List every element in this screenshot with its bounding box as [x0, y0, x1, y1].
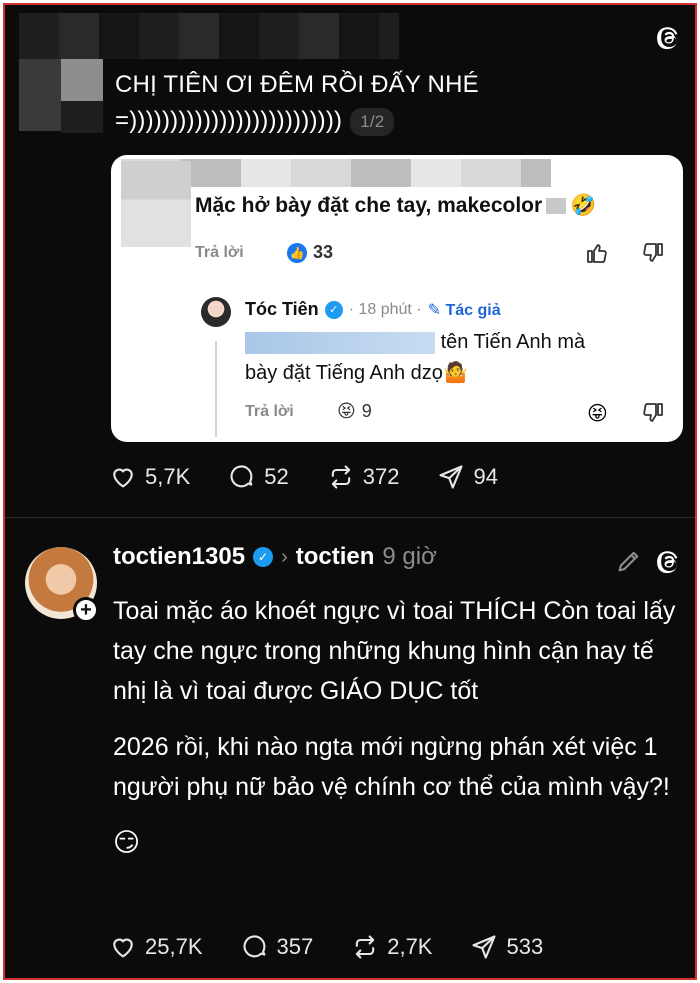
verified-badge-icon: ✓ — [324, 300, 343, 319]
reaction-emoji: 😝 — [337, 401, 356, 422]
repost-button[interactable]: 372 — [327, 463, 400, 491]
author-badge: ✎ Tác giả — [427, 301, 501, 319]
heart-icon — [113, 468, 133, 488]
post-text: CHỊ TIÊN ƠI ĐÊM RỒI ĐẤY NHÉ =)))))))))))… — [115, 67, 635, 139]
comment-count: 52 — [264, 464, 289, 489]
reply-text-part: tên Tiến Anh mà — [440, 331, 586, 353]
reply-text-part: bày đặt Tiếng Anh dzọ — [245, 362, 443, 384]
comment-likes[interactable]: 👍 33 — [287, 242, 333, 263]
post-actions: 5,7K 52 372 94 — [109, 463, 536, 491]
like-count: 5,7K — [145, 464, 191, 489]
react-emoji-button[interactable]: 😝 — [587, 401, 608, 425]
reply-text-line-1: tên Tiến Anh mà — [245, 327, 665, 357]
share-icon — [472, 935, 497, 959]
post-time: 9 giờ — [382, 543, 437, 570]
post-actions: 25,7K 357 2,7K 533 — [109, 933, 581, 961]
comment-emoji: 🤣 — [570, 193, 597, 217]
share-count: 94 — [473, 464, 498, 489]
reply-link[interactable]: Trả lời — [195, 244, 244, 262]
post-paragraph-2: 2026 rồi, khi nào ngta mới ngừng phán xé… — [113, 733, 670, 801]
comment-button[interactable]: 52 — [228, 463, 289, 491]
post-emoji: 😏 — [113, 828, 141, 858]
post-paragraph-1: Toai mặc áo khoét ngực vì toai THÍCH Còn… — [113, 597, 676, 705]
threads-logo-icon[interactable] — [655, 23, 683, 51]
embedded-screenshot-card[interactable]: Mặc hở bày đặt che tay, makecolor 🤣 Trả l… — [111, 155, 683, 442]
post-header: toctien1305 ✓ › toctien 9 giờ — [113, 543, 437, 571]
blurred-commenter-avatar — [121, 161, 191, 247]
share-button[interactable]: 94 — [437, 463, 498, 491]
reply-link[interactable]: Trả lời — [245, 403, 294, 421]
plus-icon[interactable]: + — [73, 597, 99, 623]
repost-icon — [356, 935, 375, 959]
threads-logo-icon[interactable] — [655, 547, 683, 575]
reply-header: Tóc Tiên ✓ · 18 phút · ✎ Tác giả — [245, 299, 501, 320]
post-text-line-2: =)))))))))))))))))))))))))) 1/2 — [115, 103, 635, 139]
comment-text: Mặc hở bày đặt che tay, makecolor 🤣 — [195, 193, 596, 218]
reply-text-line-2: bày đặt Tiếng Anh dzọ🤷 — [245, 357, 665, 388]
heart-icon — [113, 938, 133, 958]
comment-count: 357 — [276, 934, 314, 959]
post-text-laugh: =)))))))))))))))))))))))))) — [115, 107, 343, 134]
repost-count: 372 — [362, 464, 400, 489]
comment-icon — [242, 935, 265, 958]
comment-body: Mặc hở bày đặt che tay, makecolor — [195, 194, 543, 217]
thumbs-up-icon: 👍 — [287, 242, 307, 263]
reply-text: tên Tiến Anh mà bày đặt Tiếng Anh dzọ🤷 — [245, 327, 665, 388]
share-icon — [439, 465, 464, 489]
thumbs-down-icon[interactable] — [641, 401, 665, 425]
thumbs-down-icon[interactable] — [641, 241, 665, 265]
blurred-mention — [245, 331, 435, 354]
repost-button[interactable]: 2,7K — [351, 933, 432, 961]
thumbs-up-icon[interactable] — [585, 241, 609, 265]
reply-author[interactable]: Tóc Tiên — [245, 299, 319, 320]
blurred-avatar-part — [61, 101, 103, 133]
share-count: 533 — [506, 934, 544, 959]
reply-reactions[interactable]: 😝 9 — [337, 401, 372, 422]
repost-icon — [331, 465, 350, 489]
repost-count: 2,7K — [387, 934, 433, 959]
reply-emoji: 🤷 — [442, 360, 468, 384]
blurred-mention — [546, 198, 567, 215]
chevron-right-icon: › — [281, 545, 288, 568]
comment-like-count: 33 — [313, 242, 334, 262]
reply-time: · 18 phút · — [348, 300, 422, 318]
pencil-icon[interactable] — [615, 547, 643, 575]
share-button[interactable]: 533 — [470, 933, 543, 961]
reposted-from-username[interactable]: toctien — [296, 543, 375, 571]
like-button[interactable]: 5,7K — [109, 463, 190, 491]
post-text-line-1: CHỊ TIÊN ƠI ĐÊM RỒI ĐẤY NHÉ — [115, 71, 479, 98]
post-body: Toai mặc áo khoét ngực vì toai THÍCH Còn… — [113, 591, 683, 863]
post-divider — [5, 517, 695, 518]
blurred-username — [19, 13, 399, 59]
like-count: 25,7K — [145, 934, 203, 959]
verified-badge-icon: ✓ — [253, 547, 274, 567]
comment-icon — [230, 465, 253, 488]
reaction-count: 9 — [361, 401, 372, 421]
thread-line — [215, 341, 217, 437]
avatar[interactable] — [201, 297, 231, 327]
comment-button[interactable]: 357 — [241, 933, 314, 961]
page-badge[interactable]: 1/2 — [350, 107, 395, 136]
like-button[interactable]: 25,7K — [109, 933, 203, 961]
screenshot-frame: CHỊ TIÊN ƠI ĐÊM RỒI ĐẤY NHÉ =)))))))))))… — [3, 3, 697, 980]
username[interactable]: toctien1305 — [113, 543, 245, 571]
